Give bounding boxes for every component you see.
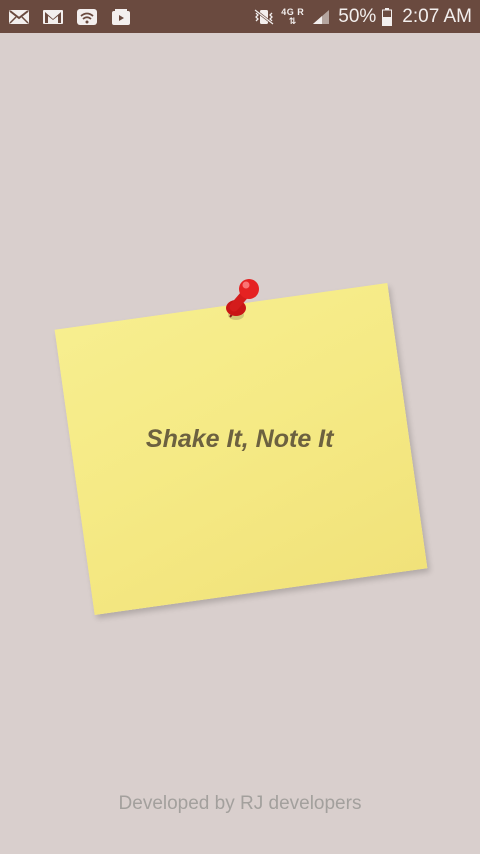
clock: 2:07 AM <box>402 5 472 27</box>
vibrate-mute-icon <box>253 8 275 26</box>
email-icon <box>8 8 30 26</box>
status-bar-notifications <box>8 6 132 28</box>
data-arrows-icon: ⇅ <box>288 15 297 26</box>
media-icon <box>110 8 132 26</box>
sticky-note[interactable]: Shake It, Note It <box>54 283 428 615</box>
wifi-icon <box>76 8 98 26</box>
push-pin-icon <box>216 275 268 327</box>
app-title: Shake It, Note It <box>145 425 334 454</box>
battery-icon <box>382 7 393 26</box>
status-bar: 4G R ⇅ 50% 2:07 AM <box>0 0 480 33</box>
battery-percent: 50% <box>338 5 377 27</box>
network-type-label: 4G R ⇅ <box>281 7 304 26</box>
gmail-icon <box>42 8 64 26</box>
status-bar-system: 4G R ⇅ 50% 2:07 AM <box>253 4 472 29</box>
signal-icon <box>310 8 332 26</box>
developer-credit: Developed by RJ developers <box>118 793 362 814</box>
